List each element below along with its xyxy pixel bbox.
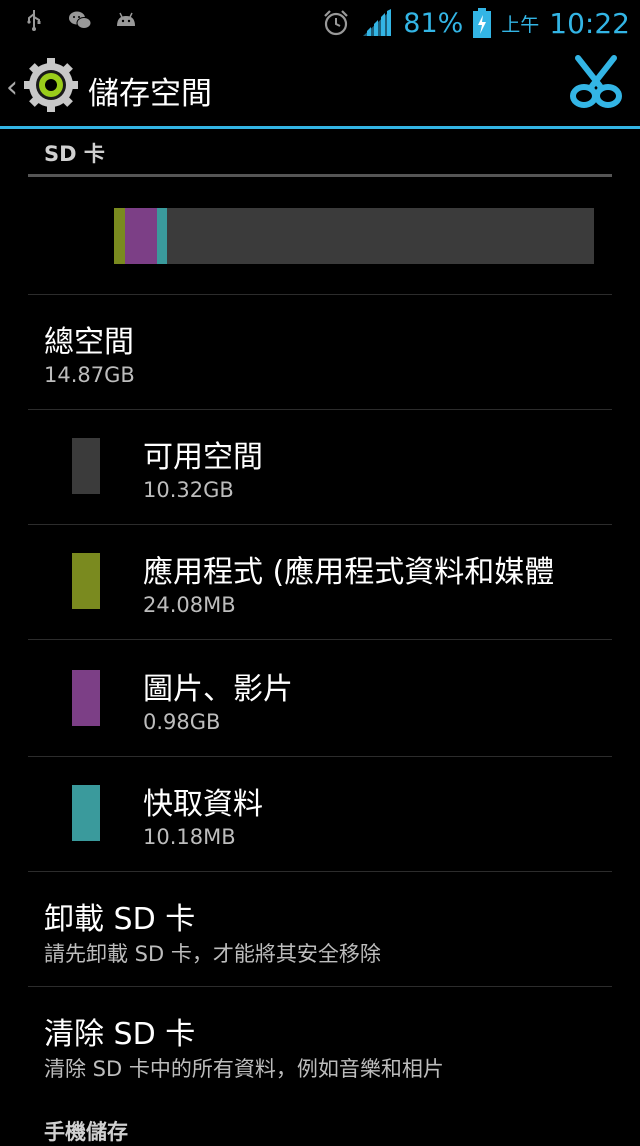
time-ampm: 上午: [501, 13, 540, 36]
total-space-value: 14.87GB: [44, 363, 135, 387]
color-swatch: [72, 670, 100, 726]
storage-item-value: 10.32GB: [143, 478, 234, 502]
usage-segment-cache: [157, 208, 167, 264]
alarm-icon: [324, 10, 349, 36]
android-icon: [117, 12, 135, 26]
color-swatch: [72, 785, 100, 841]
storage-item-label: 快取資料: [143, 787, 263, 822]
clock: 10:22: [549, 6, 630, 40]
scissors-icon[interactable]: [564, 52, 628, 116]
erase-sd-card-button[interactable]: 清除 SD 卡 清除 SD 卡中的所有資料，例如音樂和相片: [0, 987, 640, 1097]
storage-item-label: 可用空間: [143, 440, 263, 475]
action-bar: ‹ 儲存空間: [0, 46, 640, 128]
settings-gear-icon[interactable]: [22, 56, 80, 114]
section-header-divider: [28, 174, 612, 177]
storage-item-label: 圖片、影片: [143, 672, 293, 707]
color-swatch: [72, 553, 100, 609]
storage-item-apps[interactable]: 應用程式 (應用程式資料和媒體 24.08MB: [0, 525, 640, 639]
unmount-title: 卸載 SD 卡: [44, 902, 196, 937]
storage-item-available[interactable]: 可用空間 10.32GB: [0, 410, 640, 524]
total-space-row: 總空間 14.87GB: [0, 295, 640, 409]
unmount-subtitle: 請先卸載 SD 卡，才能將其安全移除: [44, 942, 381, 966]
battery-percentage: 81%: [403, 7, 464, 39]
erase-title: 清除 SD 卡: [44, 1017, 196, 1052]
total-space-label: 總空間: [44, 325, 134, 360]
page-title: 儲存空間: [88, 76, 212, 112]
storage-item-label: 應用程式 (應用程式資料和媒體: [143, 555, 555, 590]
signal-icon: [363, 9, 392, 36]
back-caret-icon[interactable]: ‹: [6, 70, 18, 105]
battery-charging-icon: [473, 8, 492, 38]
sd-card-section-header: SD 卡: [44, 142, 105, 166]
system-status: 81% 上午 10:22: [321, 4, 630, 42]
notification-icons: [22, 8, 138, 32]
erase-subtitle: 清除 SD 卡中的所有資料，例如音樂和相片: [44, 1057, 444, 1081]
action-bar-underline: [0, 126, 640, 129]
usb-icon: [27, 10, 41, 31]
color-swatch: [72, 438, 100, 494]
storage-item-media[interactable]: 圖片、影片 0.98GB: [0, 640, 640, 756]
usage-segment-apps: [114, 208, 125, 264]
storage-item-value: 10.18MB: [143, 825, 236, 849]
storage-usage-bar: [114, 208, 594, 264]
wechat-icon: [69, 11, 92, 29]
unmount-sd-card-button[interactable]: 卸載 SD 卡 請先卸載 SD 卡，才能將其安全移除: [0, 872, 640, 986]
storage-item-cache[interactable]: 快取資料 10.18MB: [0, 757, 640, 871]
status-bar: 81% 上午 10:22: [0, 0, 640, 46]
phone-storage-section-header: 手機儲存: [44, 1120, 128, 1144]
storage-item-value: 0.98GB: [143, 710, 221, 734]
usage-segment-media: [125, 208, 157, 264]
storage-item-value: 24.08MB: [143, 593, 236, 617]
